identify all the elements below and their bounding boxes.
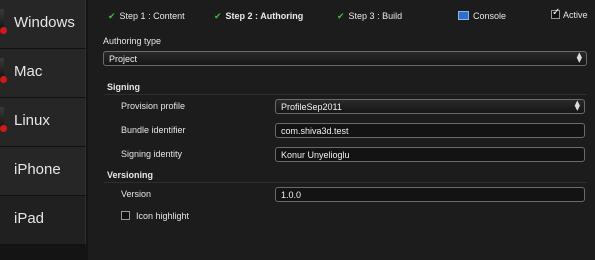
step-label: Step 2 : Authoring <box>225 11 304 21</box>
divider <box>104 94 587 95</box>
authoring-type-label: Authoring type <box>103 36 162 46</box>
console-label: Console <box>473 11 507 21</box>
bundle-identifier-label: Bundle identifier <box>121 125 186 135</box>
step-1[interactable]: ✔ Step 1 : Content <box>108 11 185 22</box>
versioning-section-title: Versioning <box>107 170 154 180</box>
version-value: 1.0.0 <box>281 190 302 200</box>
checkmark-icon: ✔ <box>337 12 345 22</box>
icon-highlight-label: Icon highlight <box>136 211 190 221</box>
checkmark-icon: ✔ <box>214 12 222 22</box>
sidebar-item-label: Linux <box>14 112 50 129</box>
sidebar-item-label: Windows <box>14 14 75 31</box>
sidebar-item-mac[interactable]: Mac <box>0 49 86 98</box>
active-label: Active <box>563 10 588 20</box>
checkbox-icon <box>121 211 130 220</box>
sidebar-item-label: iPhone <box>14 161 61 178</box>
sidebar-item-windows[interactable]: Windows <box>0 0 86 49</box>
step-label: Step 1 : Content <box>119 11 185 21</box>
status-dot-icon <box>0 27 7 34</box>
bundle-identifier-value: com.shiva3d.test <box>281 126 349 136</box>
divider <box>104 182 587 183</box>
sidebar-item-linux[interactable]: Linux <box>0 98 86 147</box>
sidebar-item-ipad[interactable]: iPad <box>0 196 86 245</box>
step-2[interactable]: ✔ Step 2 : Authoring <box>214 11 303 22</box>
provision-profile-label: Provision profile <box>121 101 186 111</box>
console-icon <box>458 11 469 20</box>
version-label: Version <box>121 189 152 199</box>
updown-arrows-icon: ▲ ▼ <box>576 51 582 64</box>
authoring-panel: Authoring type Project ▲ ▼ Signing Provis… <box>88 30 595 260</box>
version-field[interactable]: 1.0.0 <box>275 187 585 202</box>
provision-profile-value: ProfileSep2011 <box>281 102 342 112</box>
console-button[interactable]: Console <box>458 11 506 21</box>
step-label: Step 3 : Build <box>348 11 403 21</box>
signing-identity-label: Signing identity <box>121 149 183 159</box>
authoring-type-select[interactable]: Project ▲ ▼ <box>103 51 587 66</box>
provision-profile-select[interactable]: ProfileSep2011 ▲ ▼ <box>275 99 585 114</box>
authoring-type-value: Project <box>109 54 138 64</box>
step-3[interactable]: ✔ Step 3 : Build <box>337 11 402 22</box>
status-dot-icon <box>0 76 7 83</box>
checkbox-icon: ✓ <box>551 7 561 19</box>
step-bar: ✔ Step 1 : Content ✔ Step 2 : Authoring ✔ S… <box>88 0 595 30</box>
checkmark-icon: ✓ <box>552 7 561 18</box>
signing-identity-field[interactable]: Konur Unyelioglu <box>275 147 585 162</box>
signing-section-title: Signing <box>107 82 140 92</box>
signing-identity-value: Konur Unyelioglu <box>281 150 350 160</box>
active-checkbox[interactable]: ✓ Active <box>551 7 588 20</box>
sidebar-item-label: Mac <box>14 63 43 80</box>
sidebar-item-iphone[interactable]: iPhone <box>0 147 86 196</box>
icon-highlight-checkbox[interactable]: Icon highlight <box>121 211 189 221</box>
status-dot-icon <box>0 125 7 132</box>
bundle-identifier-field[interactable]: com.shiva3d.test <box>275 123 585 138</box>
sidebar-item-label: iPad <box>14 210 45 227</box>
platform-sidebar: Windows Mac Linux iPhone iPad <box>0 0 88 260</box>
updown-arrows-icon: ▲ ▼ <box>574 99 580 112</box>
checkmark-icon: ✔ <box>108 12 116 22</box>
